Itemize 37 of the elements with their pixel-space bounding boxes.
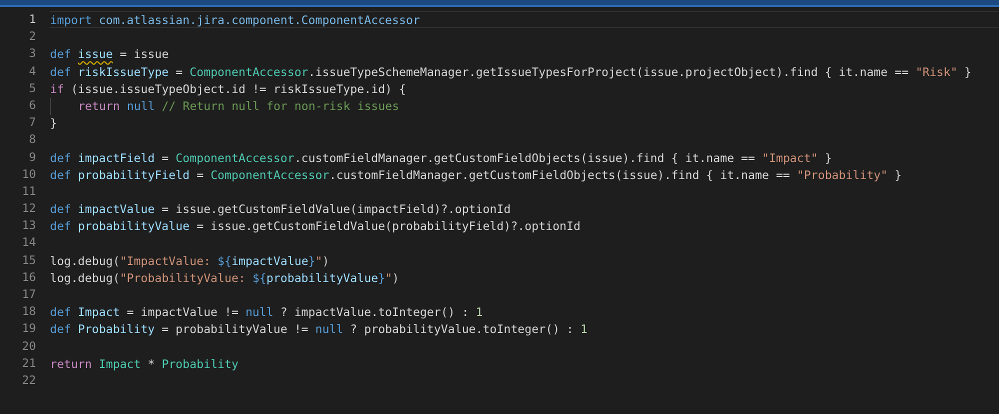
line-number: 16 xyxy=(21,268,36,286)
line-number: 13 xyxy=(21,217,36,234)
line-number: 20 xyxy=(21,338,36,355)
code-line: def probabilityField = ComponentAccessor.customFieldManager.getCustomFieldObjects(issue).find { it.name == "Probability" } xyxy=(50,168,902,182)
line-number: 2 xyxy=(28,28,36,46)
code-line: return null // Return null for non-risk issues xyxy=(78,98,400,113)
line-number: 18 xyxy=(21,303,36,320)
code-line: def issue = issue xyxy=(50,47,169,62)
line-number: 6 xyxy=(28,96,36,114)
line-number: 10 xyxy=(21,166,36,183)
line-number: 5 xyxy=(28,80,36,97)
line-number: 9 xyxy=(28,148,36,166)
code-line: import com.atlassian.jira.component.ComponentAccessor xyxy=(50,13,420,27)
code-line: def probabilityValue = issue.getCustomFieldValue(probabilityField)?.optionId xyxy=(50,219,580,234)
code-line: def riskIssueType = ComponentAccessor.issueTypeSchemeManager.getIssueTypesForProject(issue.projectObject).find { it.name == "Risk" } xyxy=(50,64,972,79)
code-line: log.debug("ProbabilityValue: ${probabilityValue}") xyxy=(50,270,400,285)
code-line: def Impact = impactValue != null ? impactValue.toInteger() : 1 xyxy=(50,305,483,320)
code-line: if (issue.issueTypeObject.id != riskIssueType.id) { xyxy=(50,82,406,96)
code-line: log.debug("ImpactValue: ${impactValue}") xyxy=(50,254,330,268)
line-number: 12 xyxy=(21,200,36,218)
code-line: def Probability = probabilityValue != null ? probabilityValue.toInteger() : 1 xyxy=(50,322,588,336)
code-line: } xyxy=(50,116,57,130)
line-number: 15 xyxy=(21,252,36,269)
line-number: 3 xyxy=(28,45,36,62)
line-number: 7 xyxy=(28,114,36,132)
line-number: 14 xyxy=(21,234,36,252)
line-number: 11 xyxy=(21,182,36,200)
code-line: def impactField = ComponentAccessor.customFieldManager.getCustomFieldObjects(issue).find { it.name == "Impact" } xyxy=(50,150,832,164)
line-number: 8 xyxy=(28,131,36,148)
line-number: 22 xyxy=(21,372,36,389)
line-number: 17 xyxy=(21,286,36,303)
code-line: def impactValue = issue.getCustomFieldValue(impactField)?.optionId xyxy=(50,202,511,216)
line-number: 19 xyxy=(21,320,36,338)
line-number: 1 xyxy=(28,11,36,28)
line-number: 4 xyxy=(28,62,36,80)
line-number: 21 xyxy=(21,354,36,372)
code-line: return Impact * Probability xyxy=(50,356,238,371)
